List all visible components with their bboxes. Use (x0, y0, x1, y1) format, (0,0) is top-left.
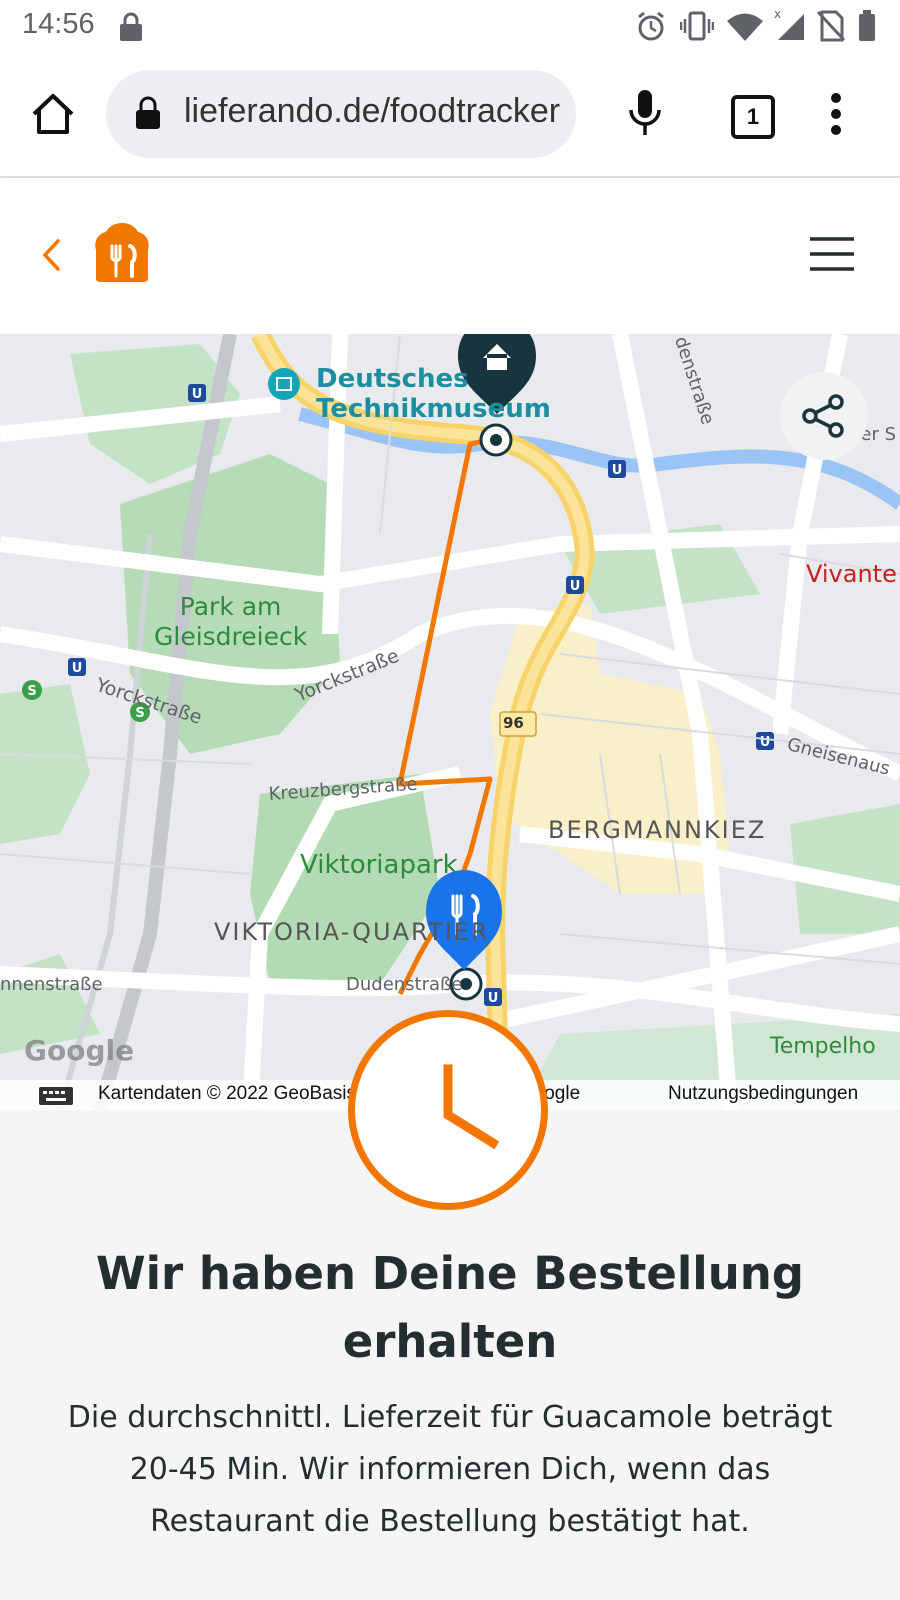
google-logo: Google (24, 1034, 135, 1067)
road-96-label: 96 (503, 714, 524, 732)
browser-toolbar: lieferando.de/foodtracker 1 (0, 52, 900, 178)
street-label-duden: Dudenstraße (346, 974, 463, 995)
delivery-map[interactable]: UUU UUU SS Deutsches Technikmuseum Park … (0, 334, 900, 1110)
signal-icon: x (774, 8, 804, 40)
status-time: 14:56 (22, 8, 95, 40)
home-icon[interactable] (30, 92, 76, 136)
park-label-line2: Gleisdreieck (154, 622, 308, 651)
tab-switcher-button[interactable]: 1 (731, 95, 775, 139)
svg-text:U: U (760, 735, 771, 750)
battery-icon (859, 10, 875, 41)
svg-text:U: U (488, 991, 499, 1006)
wifi-icon (727, 13, 763, 41)
viktoriapark-label: Viktoriapark (300, 850, 458, 880)
order-status-description: Die durchschnittl. Lieferzeit für Guacam… (67, 1400, 833, 1539)
url-bar[interactable]: lieferando.de/foodtracker (106, 70, 576, 158)
share-button[interactable] (780, 372, 868, 460)
museum-label: Deutsches Technikmuseum (316, 364, 551, 424)
no-sim-icon (816, 10, 846, 42)
svg-text:U: U (570, 579, 581, 594)
lieferando-logo-icon[interactable] (90, 220, 154, 284)
viktoria-quartier-label: VIKTORIA-QUARTIER (214, 918, 490, 946)
app-header (0, 178, 900, 334)
museum-label-line2: Technikmuseum (316, 394, 551, 424)
more-options-icon[interactable] (830, 92, 842, 136)
bergmannkiez-label: BERGMANNKIEZ (548, 816, 767, 844)
hamburger-menu-icon[interactable] (808, 236, 856, 272)
svg-text:U: U (72, 661, 83, 676)
svg-text:x: x (774, 8, 781, 21)
lock-icon (120, 12, 142, 41)
svg-text:S: S (27, 684, 36, 699)
vivantes-label: Vivante (806, 560, 897, 588)
park-label-line1: Park am (179, 592, 282, 621)
alarm-icon (638, 11, 664, 41)
terms-link[interactable]: Nutzungsbedingungen (668, 1083, 858, 1105)
microphone-icon[interactable] (628, 88, 662, 138)
street-label-monnen: nnenstraße (0, 974, 103, 995)
vibrate-icon (680, 11, 714, 41)
svg-text:U: U (612, 463, 623, 478)
park-gleisdreieck-label: Park am Gleisdreieck (154, 592, 307, 652)
tempelhof-label: Tempelho (770, 1034, 876, 1059)
secure-lock-icon (136, 96, 160, 129)
svg-text:U: U (192, 387, 203, 402)
clock-hands-icon (443, 1064, 500, 1150)
order-status-headline: Wir haben Deine Bestellung erhalten (95, 1247, 805, 1368)
status-bar: 14:56 x (0, 0, 900, 52)
url-text: lieferando.de/foodtracker (184, 92, 561, 130)
share-icon (802, 394, 844, 438)
museum-label-line1: Deutsches (316, 364, 469, 394)
clock-status-icon (348, 1010, 548, 1210)
back-chevron-icon[interactable] (40, 238, 62, 272)
museum-marker-icon (268, 368, 300, 400)
keyboard-icon[interactable] (38, 1086, 74, 1106)
